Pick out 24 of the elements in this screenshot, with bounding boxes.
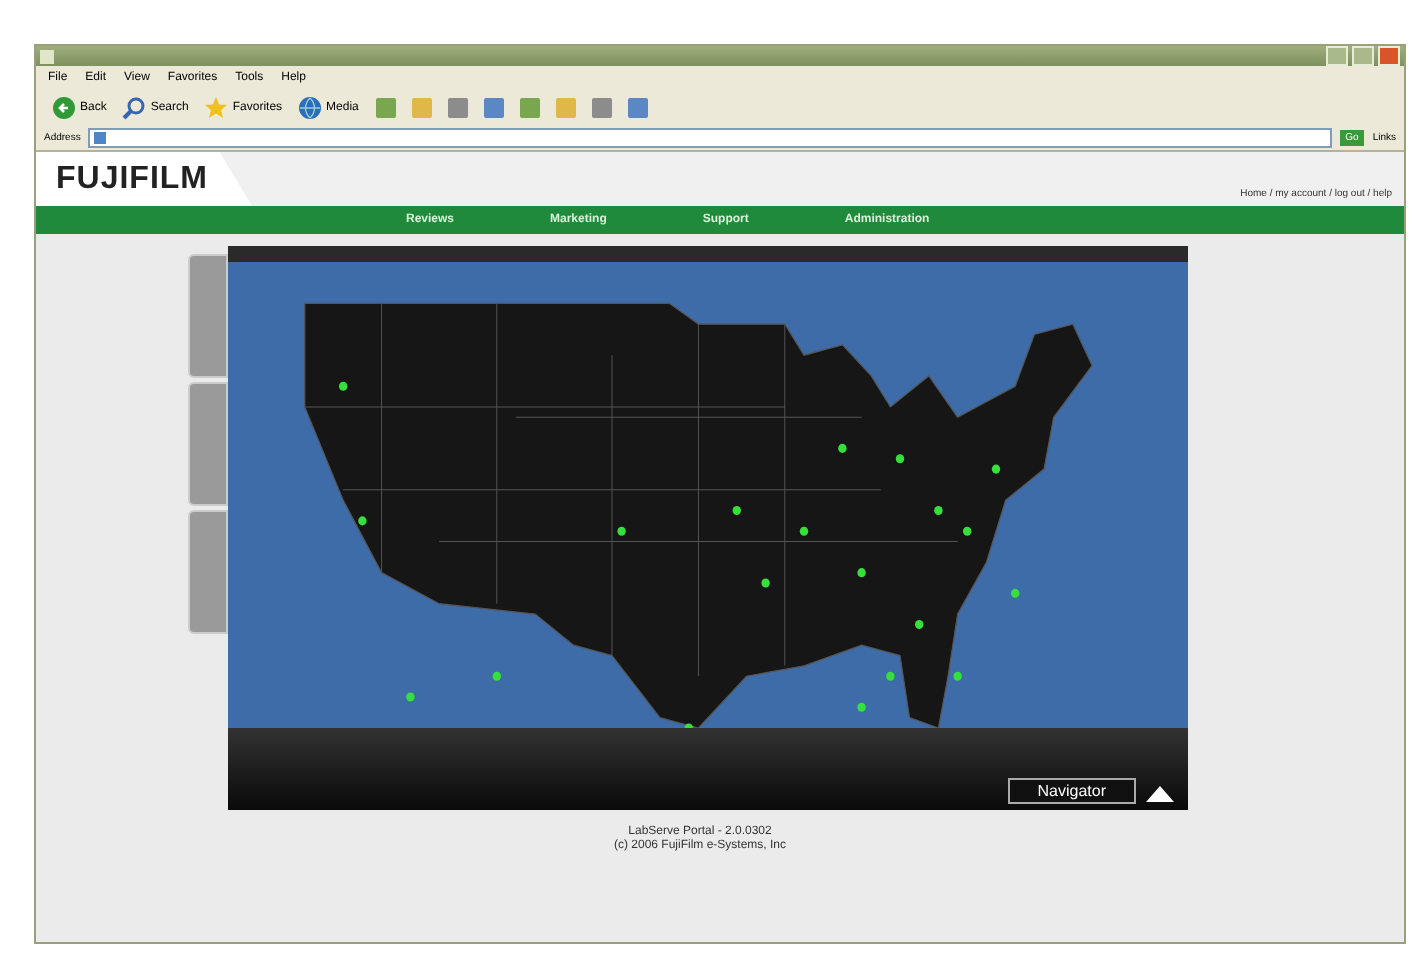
maximize-button[interactable] bbox=[1352, 46, 1374, 66]
toolbar-icon[interactable] bbox=[554, 96, 579, 120]
side-tab[interactable] bbox=[188, 254, 228, 378]
search-icon bbox=[122, 96, 147, 120]
globe-icon bbox=[298, 96, 323, 120]
toolbar-icon[interactable] bbox=[482, 96, 507, 120]
page-icon bbox=[94, 132, 107, 144]
toolbar-icon[interactable] bbox=[410, 96, 435, 120]
toolbar-icon[interactable] bbox=[518, 96, 543, 120]
toolbar-icon[interactable] bbox=[590, 96, 615, 120]
minimize-button[interactable] bbox=[1326, 46, 1348, 66]
side-tab[interactable] bbox=[188, 382, 228, 506]
side-tab[interactable] bbox=[188, 510, 228, 634]
toolbar-icon[interactable] bbox=[626, 96, 651, 120]
triangle-up-icon[interactable] bbox=[1144, 784, 1176, 804]
star-icon bbox=[204, 96, 229, 120]
navigator-button[interactable]: Navigator bbox=[1007, 778, 1136, 804]
toolbar-icon[interactable] bbox=[446, 96, 471, 120]
logo-text[interactable]: FUJIFILM bbox=[56, 161, 208, 197]
back-arrow-icon bbox=[52, 96, 76, 120]
close-button[interactable] bbox=[1378, 46, 1400, 66]
browser-icon bbox=[40, 49, 54, 63]
toolbar-icon[interactable] bbox=[374, 96, 399, 120]
address-field[interactable] bbox=[88, 128, 1332, 148]
